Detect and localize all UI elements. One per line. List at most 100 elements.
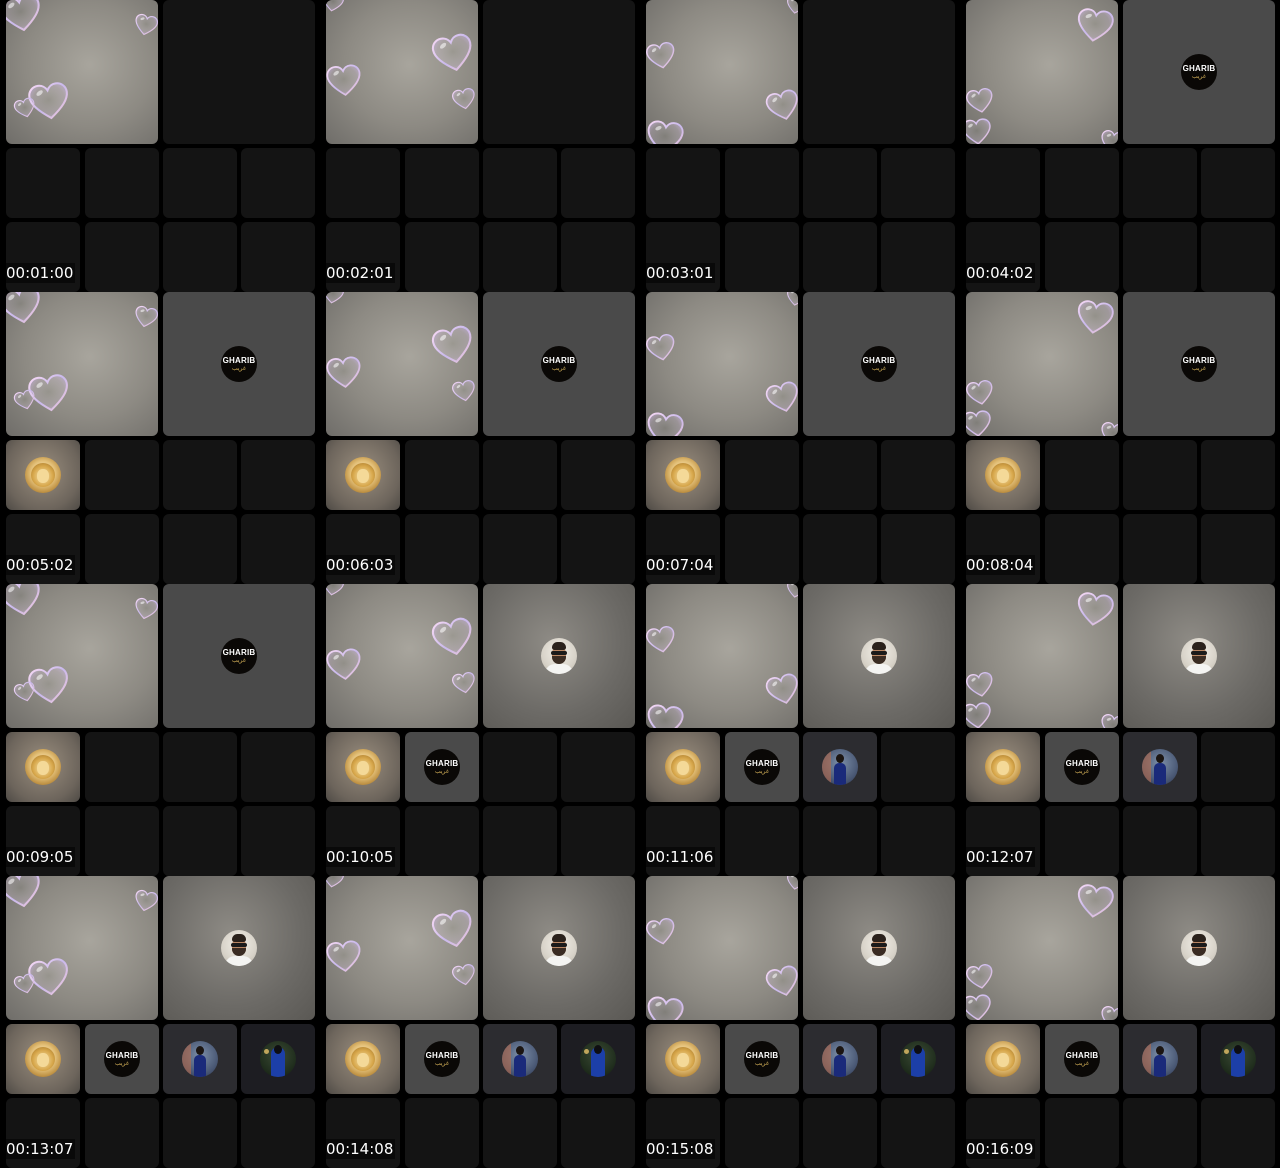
frame-timestamp: 00:10:05 — [324, 847, 396, 867]
empty-tile — [1123, 806, 1197, 876]
heart-bubble-icon — [429, 30, 478, 76]
frame-timestamp: 00:09:05 — [4, 847, 76, 867]
participant-tile-lion — [326, 732, 400, 802]
empty-tile — [881, 514, 955, 584]
participant-tile-abaya — [1201, 1024, 1275, 1094]
heart-bubble-icon — [1098, 712, 1118, 728]
participant-tile-hearts — [326, 584, 478, 728]
heart-bubble-icon — [646, 624, 678, 656]
heart-bubble-icon — [326, 354, 364, 390]
empty-tile — [561, 222, 635, 292]
empty-tile — [1123, 514, 1197, 584]
participant-tile-lion — [6, 732, 80, 802]
heart-bubble-icon — [450, 962, 477, 987]
empty-tile — [1123, 148, 1197, 218]
empty-tile — [405, 1098, 479, 1168]
empty-tile — [1201, 1098, 1275, 1168]
logo-arabic: غريب — [1191, 72, 1206, 80]
heart-bubble-icon — [966, 670, 996, 700]
participant-tile-lion — [326, 440, 400, 510]
logo-arabic: غريب — [1074, 767, 1089, 775]
video-frame: 00:03:01 — [640, 0, 960, 292]
heart-bubble-icon — [450, 670, 477, 695]
lion-avatar-icon — [345, 457, 381, 493]
heart-bubble-icon — [1098, 128, 1118, 144]
logo-arabic: غريب — [231, 656, 246, 664]
participant-tile-hearts — [966, 0, 1118, 144]
empty-tile — [6, 148, 80, 218]
frame-timestamp: 00:04:02 — [964, 263, 1036, 283]
participant-tile-man — [803, 584, 955, 728]
frame-timestamp: 00:07:04 — [644, 555, 716, 575]
heart-bubble-icon — [1074, 298, 1116, 337]
empty-tile — [725, 148, 799, 218]
participant-tile-hearts — [326, 876, 478, 1020]
empty-tile — [561, 732, 635, 802]
man-avatar-icon — [541, 638, 577, 674]
woman-avatar-icon — [1142, 1041, 1178, 1077]
participant-tile-hearts — [966, 876, 1118, 1020]
participant-tile-woman — [483, 1024, 557, 1094]
participant-tile-lion — [326, 1024, 400, 1094]
heart-bubble-icon — [429, 322, 478, 368]
participant-tile-abaya — [241, 1024, 315, 1094]
empty-tile — [725, 1098, 799, 1168]
heart-bubble-icon — [6, 876, 45, 911]
participant-tile-woman — [803, 732, 877, 802]
logo-arabic: غريب — [434, 1059, 449, 1067]
participant-tile-logo: GHARIB غريب — [85, 1024, 159, 1094]
empty-tile — [483, 222, 557, 292]
empty-tile — [803, 806, 877, 876]
man-avatar-icon — [221, 930, 257, 966]
heart-bubble-icon — [1074, 590, 1116, 629]
heart-bubble-icon — [1074, 6, 1116, 45]
gharib-logo-icon: GHARIB غريب — [424, 1041, 460, 1077]
empty-tile — [561, 148, 635, 218]
participant-tile-hearts — [646, 876, 798, 1020]
frame-timestamp: 00:03:01 — [644, 263, 716, 283]
frame-timestamp: 00:13:07 — [4, 1139, 76, 1159]
gharib-logo-icon: GHARIB غريب — [744, 749, 780, 785]
empty-tile — [85, 222, 159, 292]
empty-tile — [405, 514, 479, 584]
heart-bubble-icon — [785, 292, 798, 308]
empty-tile — [881, 806, 955, 876]
empty-tile — [561, 806, 635, 876]
man-avatar-icon — [861, 930, 897, 966]
heart-bubble-icon — [132, 12, 158, 38]
abaya-avatar-icon — [1220, 1041, 1256, 1077]
empty-tile — [85, 148, 159, 218]
empty-tile — [803, 0, 955, 144]
lion-avatar-icon — [25, 457, 61, 493]
lion-avatar-icon — [665, 457, 701, 493]
frame-timestamp: 00:14:08 — [324, 1139, 396, 1159]
gharib-logo-icon: GHARIB غريب — [221, 346, 257, 382]
logo-arabic: غريب — [754, 1059, 769, 1067]
participant-tile-man — [483, 584, 635, 728]
video-frame: GHARIB غريب 00:13:07 — [0, 876, 320, 1168]
participant-tile-hearts — [646, 0, 798, 144]
empty-tile — [1123, 440, 1197, 510]
empty-tile — [725, 806, 799, 876]
participant-tile-man — [1123, 584, 1275, 728]
heart-bubble-icon — [785, 584, 798, 600]
empty-tile — [1201, 514, 1275, 584]
video-frame: GHARIB غريب 00:16:09 — [960, 876, 1280, 1168]
empty-tile — [803, 222, 877, 292]
participant-tile-hearts — [6, 292, 158, 436]
heart-bubble-icon — [966, 378, 996, 408]
empty-tile — [85, 806, 159, 876]
participant-tile-hearts — [326, 292, 478, 436]
empty-tile — [163, 1098, 237, 1168]
empty-tile — [1045, 514, 1119, 584]
frame-timestamp: 00:15:08 — [644, 1139, 716, 1159]
participant-tile-lion — [6, 1024, 80, 1094]
empty-tile — [241, 732, 315, 802]
frame-timestamp: 00:05:02 — [4, 555, 76, 575]
empty-tile — [725, 222, 799, 292]
empty-tile — [725, 514, 799, 584]
abaya-avatar-icon — [580, 1041, 616, 1077]
empty-tile — [483, 0, 635, 144]
participant-tile-woman — [163, 1024, 237, 1094]
empty-tile — [1201, 222, 1275, 292]
